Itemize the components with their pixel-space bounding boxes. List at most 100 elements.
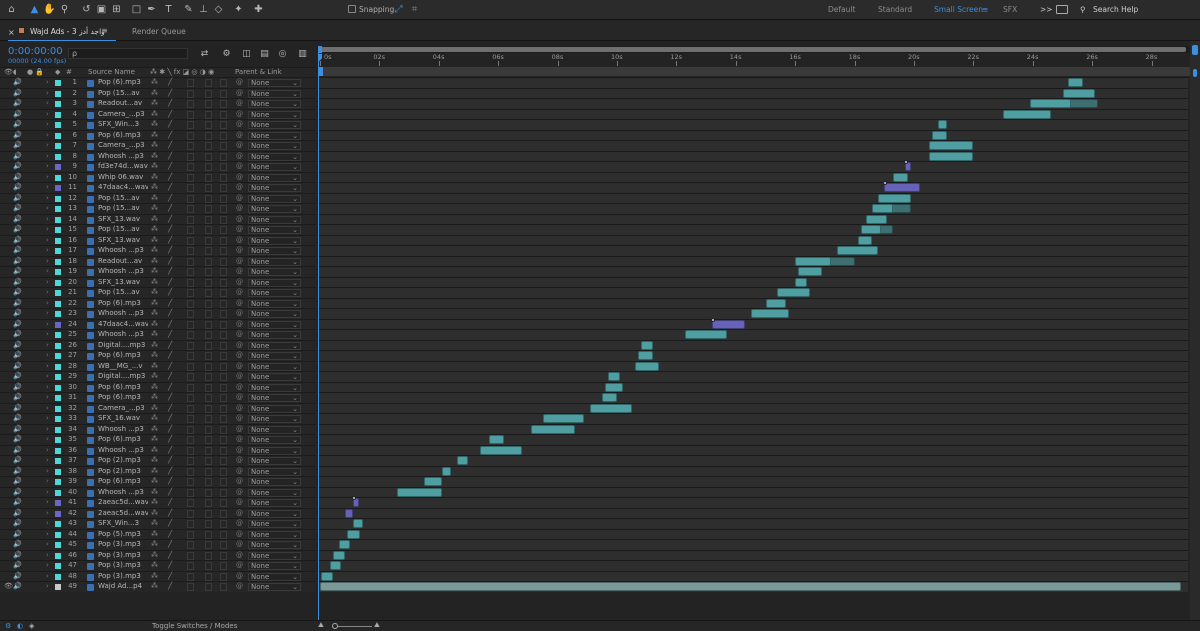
motion-blur-switch[interactable] [220, 373, 227, 381]
label-color-swatch[interactable] [55, 122, 61, 128]
label-color-swatch[interactable] [55, 468, 61, 475]
layer-row[interactable]: 🔊 › 10 Whip 06.wav ⁂ ╱ @ None ⌄ [0, 171, 316, 182]
layer-row[interactable]: 🔊 › 4 Camera_...p3 ⁂ ╱ @ None ⌄ [0, 108, 316, 119]
layer-source-name[interactable]: Whip 06.wav [98, 173, 148, 181]
quality-switch-icon[interactable]: ╱ [168, 477, 172, 485]
layer-row[interactable]: 🔊 › 2 Pop (15...av ⁂ ╱ @ None ⌄ [0, 87, 316, 98]
parent-dropdown[interactable]: None ⌄ [248, 163, 301, 171]
frame-blend-switch[interactable] [205, 341, 212, 350]
pick-whip-icon[interactable]: @ [236, 215, 243, 223]
layer-source-name[interactable]: Pop (5).mp3 [98, 530, 148, 538]
shy-switch-icon[interactable]: ⁂ [151, 288, 158, 296]
shy-switch-icon[interactable]: ⁂ [151, 551, 158, 559]
quality-switch-icon[interactable]: ╱ [168, 278, 172, 286]
motion-blur-switch[interactable] [220, 362, 227, 371]
audio-speaker-icon[interactable]: 🔊 [13, 551, 22, 559]
quality-switch-icon[interactable]: ╱ [168, 246, 172, 254]
layer-source-name[interactable]: SFX_13.wav [98, 278, 148, 286]
layer-bar[interactable] [795, 256, 831, 266]
pick-whip-icon[interactable]: @ [236, 225, 243, 233]
fx-switch[interactable] [187, 520, 194, 528]
layer-row[interactable]: 🔊 › 33 SFX_16.wav ⁂ ╱ @ None ⌄ [0, 413, 316, 424]
layer-row[interactable]: 🔊 › 48 Pop (3).mp3 ⁂ ╱ @ None ⌄ [0, 570, 316, 581]
twirl-chevron-icon[interactable]: › [46, 540, 49, 548]
quality-switch-icon[interactable]: ╱ [168, 173, 172, 181]
fx-switch[interactable] [187, 331, 194, 339]
fx-switch[interactable] [187, 478, 194, 486]
frame-blend-switch[interactable] [205, 205, 212, 213]
fx-switch[interactable] [187, 436, 194, 444]
twirl-chevron-icon[interactable]: › [46, 299, 49, 307]
roto-brush-tool-icon[interactable]: ✦ [232, 3, 245, 16]
pick-whip-icon[interactable]: @ [236, 89, 243, 97]
label-color-swatch[interactable] [55, 552, 61, 559]
layer-bar[interactable] [590, 403, 632, 413]
layer-bar[interactable] [928, 141, 974, 150]
layer-bar[interactable] [602, 393, 617, 402]
layer-row[interactable]: 🔊 › 24 47daac4...wav ⁂ ╱ @ None ⌄ [0, 318, 316, 329]
layer-source-name[interactable]: Pop (15...av [98, 89, 148, 97]
twirl-chevron-icon[interactable]: › [46, 509, 49, 517]
parent-dropdown[interactable]: None ⌄ [248, 457, 301, 465]
frame-blend-switch[interactable] [205, 478, 212, 486]
shy-switch-icon[interactable]: ⁂ [151, 446, 158, 454]
parent-dropdown[interactable]: None ⌄ [248, 394, 301, 402]
audio-speaker-icon[interactable]: 🔊 [13, 530, 22, 538]
shy-switch-icon[interactable]: ⁂ [151, 152, 158, 160]
zoom-out-icon[interactable]: ⛰ [318, 621, 324, 630]
layer-bar[interactable] [346, 529, 361, 539]
motion-blur-switch[interactable] [220, 467, 227, 476]
quality-switch-icon[interactable]: ╱ [168, 509, 172, 517]
twirl-chevron-icon[interactable]: › [46, 110, 49, 118]
graph-editor-icon[interactable]: ▥ [296, 48, 309, 61]
layer-row[interactable]: 🔊 › 9 fd3e74d...wav ⁂ ╱ @ None ⌄ [0, 161, 316, 172]
frame-blend-switch[interactable] [205, 383, 212, 392]
label-color-swatch[interactable] [55, 321, 61, 328]
shy-switch-icon[interactable]: ⁂ [151, 509, 158, 517]
pan-behind-tool-icon[interactable]: ⊞ [110, 3, 123, 16]
quality-switch-icon[interactable]: ╱ [168, 110, 172, 118]
snap-options-icon[interactable]: ⤢ [392, 3, 405, 16]
shy-switch-icon[interactable]: ⁂ [151, 120, 158, 128]
parent-dropdown[interactable]: None ⌄ [248, 142, 301, 150]
quality-switch-icon[interactable]: ╱ [168, 435, 172, 443]
twirl-chevron-icon[interactable]: › [46, 173, 49, 181]
parent-dropdown[interactable]: None ⌄ [248, 530, 301, 539]
shy-switch-icon[interactable]: ⁂ [151, 141, 158, 149]
label-color-swatch[interactable] [55, 384, 61, 391]
label-color-swatch[interactable] [55, 374, 61, 380]
fx-switch[interactable] [187, 278, 194, 287]
motion-blur-switch[interactable] [220, 278, 227, 287]
layer-row[interactable]: 🔊 › 21 Pop (15...av ⁂ ╱ @ None ⌄ [0, 287, 316, 298]
search-help-icon[interactable]: ⚲ [1080, 5, 1086, 14]
shy-switch-icon[interactable]: ⁂ [151, 320, 158, 328]
shy-switch-icon[interactable]: ⁂ [151, 131, 158, 139]
frame-blend-switch[interactable] [205, 520, 212, 528]
pick-whip-icon[interactable]: @ [236, 582, 243, 590]
audio-speaker-icon[interactable]: 🔊 [13, 173, 22, 181]
parent-dropdown[interactable]: None ⌄ [248, 278, 301, 287]
layer-source-name[interactable]: fd3e74d...wav [98, 162, 148, 170]
layer-bar[interactable] [339, 540, 350, 549]
parent-dropdown[interactable]: None ⌄ [248, 520, 301, 528]
pick-whip-icon[interactable]: @ [236, 404, 243, 412]
fx-switch[interactable] [187, 121, 194, 129]
pick-whip-icon[interactable]: @ [236, 477, 243, 485]
twirl-chevron-icon[interactable]: › [46, 225, 49, 233]
layer-source-name[interactable]: Pop (6).mp3 [98, 131, 148, 139]
audio-speaker-icon[interactable]: 🔊 [13, 572, 22, 580]
fx-switch[interactable] [187, 404, 194, 413]
quality-switch-icon[interactable]: ╱ [168, 320, 172, 328]
twirl-chevron-icon[interactable]: › [46, 467, 49, 475]
audio-speaker-icon[interactable]: 🔊 [13, 509, 22, 517]
motion-blur-switch[interactable] [220, 142, 227, 150]
timeline-scrollbar[interactable] [1190, 41, 1200, 620]
motion-blur-switch[interactable] [220, 436, 227, 444]
quality-switch-icon[interactable]: ╱ [168, 299, 172, 307]
twirl-chevron-icon[interactable]: › [46, 362, 49, 370]
shy-switch-icon[interactable]: ⁂ [151, 110, 158, 118]
parent-dropdown[interactable]: None ⌄ [248, 268, 301, 276]
twirl-chevron-icon[interactable]: › [46, 456, 49, 464]
parent-dropdown[interactable]: None ⌄ [248, 488, 301, 497]
layer-source-name[interactable]: Whoosh ...p3 [98, 309, 148, 317]
